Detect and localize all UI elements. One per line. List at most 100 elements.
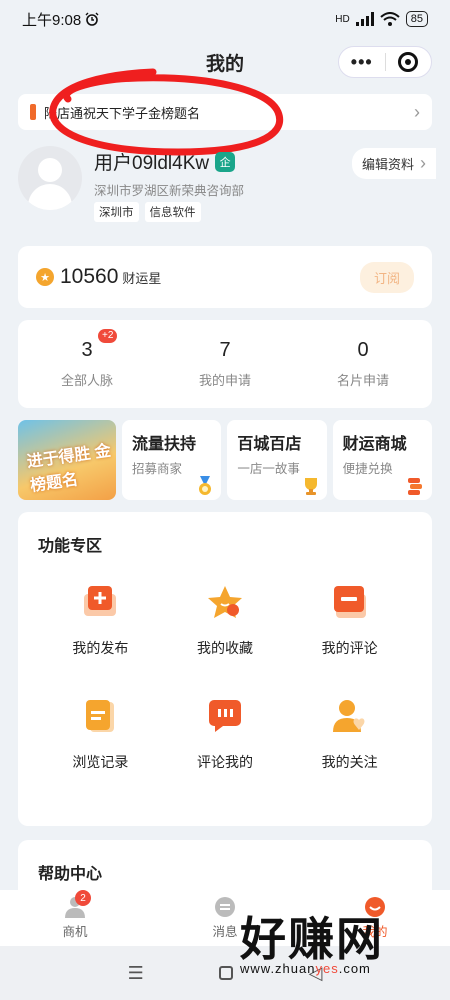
points-card: ★ 10560 财运星 订阅 [18,246,432,308]
profile-tags: 深圳市 信息软件 [94,202,201,222]
function-section: 功能专区 我的发布 我的收藏 我的评论 浏览记录 评论我的 我的关注 [18,512,432,826]
stat-label: 全部人脉 [60,373,113,388]
smile-icon [365,897,385,917]
username-row: 用户09ldl4Kw 企 [94,148,236,175]
avatar-head-shape [38,158,62,182]
notice-bar[interactable]: 陆店通祝天下学子金榜题名 › [18,68,432,156]
func-browse-history[interactable]: 浏览记录 [38,698,163,772]
more-dots-icon: ••• [350,51,373,72]
avatar[interactable] [18,146,82,210]
profile-section: 用户09ldl4Kw 企 深圳市罗湖区新荣典咨询部 深圳市 信息软件 编辑资料 … [18,146,436,232]
trophy-icon [304,478,317,495]
func-my-comments[interactable]: 我的评论 [287,584,412,658]
avatar-body-shape [28,184,72,210]
tab-label: 商机 [62,925,88,939]
user-heart-icon [332,700,365,732]
back-icon[interactable]: ◁ [308,963,322,984]
chevron-right-icon: › [420,153,426,173]
status-left: 上午9:08 [22,9,99,30]
func-comments-on-me[interactable]: 评论我的 [163,698,288,772]
system-nav-bar: ☰ ◁ [0,946,450,1000]
menu-icon[interactable]: ☰ [128,963,144,984]
status-right: HD 85 [335,11,428,27]
username: 用户09ldl4Kw [94,153,210,174]
edit-profile-label: 编辑资料 [361,157,414,172]
promo-fortune-mall[interactable]: 财运商城 便捷兑换 [332,420,432,500]
star-icon [207,586,242,618]
stats-card: +2 3 全部人脉 7 我的申请 0 名片申请 [18,320,432,408]
notice-text: 陆店通祝天下学子金榜题名 [44,105,201,121]
edit-profile-button[interactable]: 编辑资料 › [351,148,436,179]
signal-icon [355,12,374,26]
page-title: 我的 [205,53,244,75]
promo-hundred-cities[interactable]: 百城百店 一店一故事 [227,420,327,500]
stat-label: 名片申请 [336,373,389,388]
coin-star-icon: ★ [36,268,54,286]
mini-program-capsule: ••• [338,46,432,78]
func-my-favorites[interactable]: 我的收藏 [163,584,288,658]
stat-my-applications[interactable]: 7 我的申请 [156,320,294,408]
section-title: 帮助中心 [38,866,103,883]
function-grid: 我的发布 我的收藏 我的评论 浏览记录 评论我的 我的关注 [38,584,412,772]
promo-title: 流量扶持 [132,436,197,453]
coins-icon [407,478,422,495]
func-my-follows[interactable]: 我的关注 [287,698,412,772]
promo-title: 财运商城 [342,436,407,453]
bottom-tab-bar: 2 商机 消息 我的 [0,890,450,946]
tab-messages[interactable]: 消息 [150,896,300,940]
close-program-button[interactable] [386,47,432,77]
tab-label: 消息 [212,925,238,939]
document-icon [86,700,115,732]
message-icon [215,897,235,917]
tab-business[interactable]: 2 商机 [0,890,150,940]
section-title: 功能专区 [38,538,103,555]
promo-row: 进于得胜 金榜题名 流量扶持 招募商家 百城百店 一店一故事 财运商城 便捷兑换 [18,420,432,500]
promo-traffic-support[interactable]: 流量扶持 招募商家 [122,420,222,500]
points-value: 10560 [60,265,119,288]
promo-subtitle: 便捷兑换 [342,462,393,476]
chevron-right-icon: › [414,101,420,122]
wifi-icon [380,12,400,26]
tab-badge: 2 [75,890,91,906]
nav-bar: 我的 ••• [0,38,450,86]
comment-icon [333,586,366,618]
medal-icon [199,476,212,495]
status-time: 上午9:08 [22,11,82,29]
more-button[interactable]: ••• [339,47,385,77]
promo-subtitle: 招募商家 [132,462,183,476]
func-my-posts[interactable]: 我的发布 [38,584,163,658]
func-label: 评论我的 [196,754,253,770]
network-type: HD [335,13,350,25]
stat-number: 3 [81,339,93,361]
publish-icon [84,586,117,616]
func-label: 我的评论 [321,640,378,656]
stat-all-contacts[interactable]: +2 3 全部人脉 [18,320,156,408]
points-label: 财运星 [122,270,162,286]
func-label: 浏览记录 [72,754,129,770]
func-label: 我的收藏 [196,640,253,656]
stat-number: 0 [357,339,369,361]
stat-card-applications[interactable]: 0 名片申请 [294,320,432,408]
status-bar: 上午9:08 HD 85 [0,0,450,38]
graduation-banner[interactable]: 进于得胜 金榜题名 [18,420,116,500]
chat-icon [208,700,241,732]
tab-mine[interactable]: 我的 [300,896,450,940]
stat-badge: +2 [98,329,118,343]
tag-industry: 信息软件 [144,202,201,222]
func-label: 我的关注 [321,754,378,770]
company-name: 深圳市罗湖区新荣典咨询部 [94,184,245,198]
tab-label: 我的 [362,925,388,939]
subscribe-button[interactable]: 订阅 [359,261,414,293]
home-icon[interactable] [219,966,234,980]
battery-indicator: 85 [405,11,428,27]
target-icon [398,52,419,72]
stat-label: 我的申请 [198,373,251,388]
promo-subtitle: 一店一故事 [237,462,300,476]
promo-title: 百城百店 [237,436,302,453]
banner-art-text: 进于得胜 金榜题名 [25,442,112,495]
enterprise-verified-icon: 企 [215,151,236,172]
stat-number: 7 [219,339,231,361]
notice-icon [30,104,36,120]
tag-city: 深圳市 [94,202,139,222]
alarm-icon [85,12,99,26]
